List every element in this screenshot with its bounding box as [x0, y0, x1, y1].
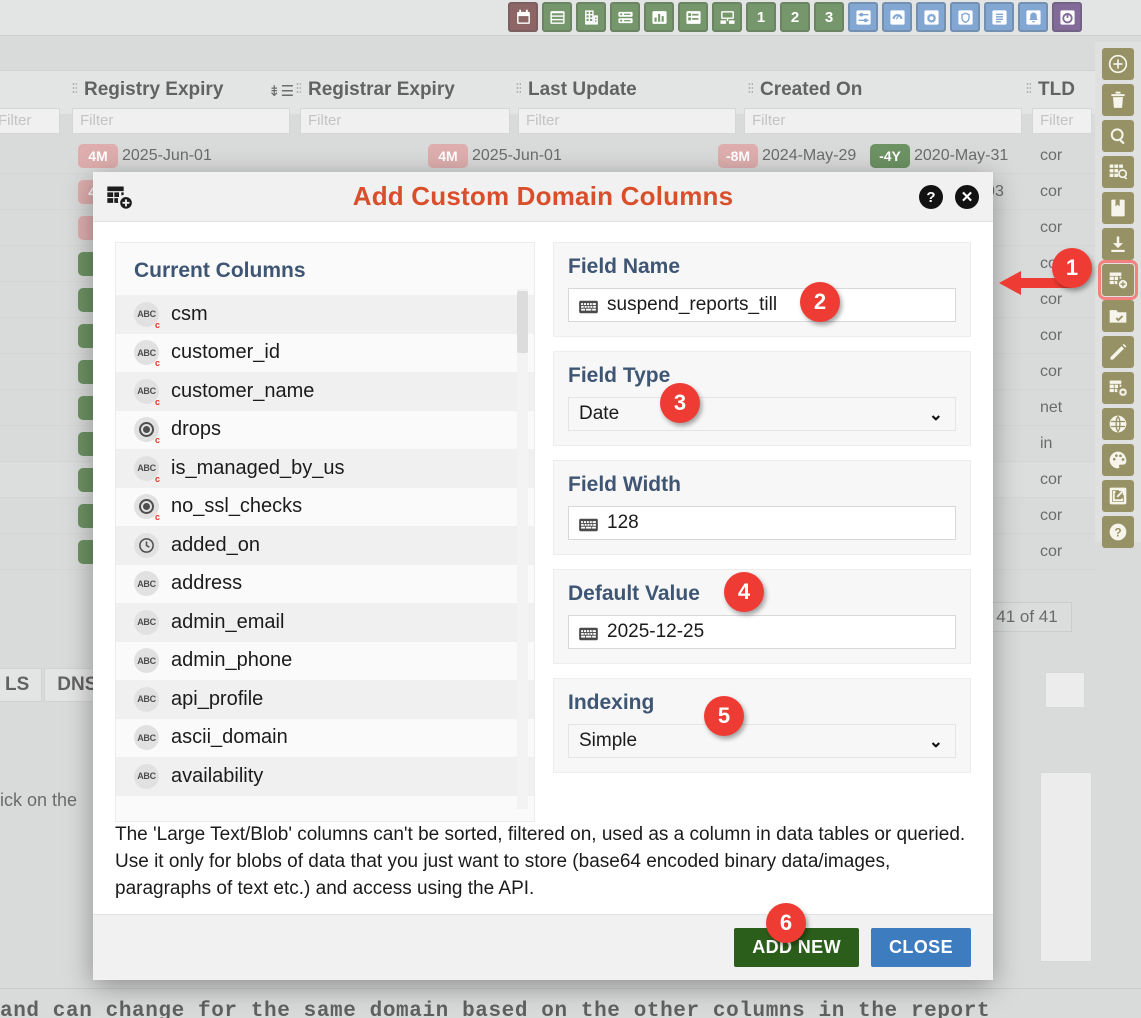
column-list-item[interactable]: ABC address	[116, 565, 534, 604]
field-width-input[interactable]: 128	[568, 506, 956, 540]
column-list-item[interactable]: c drops	[116, 411, 534, 450]
column-list-item[interactable]: c no_ssl_checks	[116, 488, 534, 527]
numeric-type-icon: c	[134, 494, 160, 522]
numeric-type-icon: c	[134, 417, 160, 445]
column-list-item-label: api_profile	[171, 687, 264, 710]
column-list-item[interactable]: ABC availability	[116, 757, 534, 796]
dialog-footer: ADD NEW CLOSE	[93, 914, 993, 980]
add-column-icon	[105, 183, 133, 211]
column-list-item[interactable]: added_on	[116, 526, 534, 565]
column-list-item[interactable]: ABC ascii_domain	[116, 719, 534, 758]
field-width-group: Field Width 128	[553, 460, 971, 555]
column-list-item-label: csm	[171, 302, 208, 325]
text-type-icon: ABC c	[134, 378, 160, 407]
dialog-header: Add Custom Domain Columns ? ✕	[93, 172, 993, 222]
field-width-label: Field Width	[568, 473, 681, 496]
help-icon[interactable]: ?	[919, 185, 943, 209]
keyboard-icon	[579, 625, 598, 641]
column-list-item-label: admin_email	[171, 610, 285, 633]
column-list-item[interactable]: ABC c csm	[116, 295, 534, 334]
text-type-icon: ABC	[134, 648, 159, 674]
text-type-icon: ABC	[134, 686, 159, 712]
field-form: Field Name suspend_reports_till Field Ty…	[553, 242, 971, 862]
current-columns-title: Current Columns	[134, 259, 306, 282]
field-name-input[interactable]: suspend_reports_till	[568, 288, 956, 322]
dialog-title: Add Custom Domain Columns	[352, 181, 734, 211]
dialog-body: Current Columns ABC c csm ABC c customer_id AB…	[93, 222, 993, 862]
column-list-item[interactable]: ABC admin_email	[116, 603, 534, 642]
column-list-item-label: added_on	[171, 533, 260, 556]
column-list-item-label: customer_name	[171, 379, 315, 402]
columns-scrollbar-thumb[interactable]	[517, 291, 528, 353]
field-type-group: Field Type Date ⌄	[553, 351, 971, 446]
column-list-item-label: ascii_domain	[171, 726, 288, 749]
column-list-item-label: drops	[171, 418, 222, 441]
default-value-input[interactable]: 2025-12-25	[568, 615, 956, 649]
field-name-label: Field Name	[568, 255, 681, 278]
add-custom-domain-columns-dialog: Add Custom Domain Columns ? ✕ Current Co…	[93, 172, 993, 980]
callout-badge-3: 3	[660, 383, 700, 423]
field-width-value: 128	[607, 512, 639, 533]
callout-badge-2: 2	[800, 282, 840, 322]
callout-badge-6: 6	[766, 903, 806, 943]
chevron-down-icon: ⌄	[928, 405, 943, 424]
field-type-label: Field Type	[568, 364, 671, 387]
column-list-item[interactable]: ABC c is_managed_by_us	[116, 449, 534, 488]
text-type-icon: ABC	[134, 571, 159, 597]
indexing-value: Simple	[579, 730, 638, 751]
field-name-value: suspend_reports_till	[607, 294, 778, 315]
dialog-header-buttons: ? ✕	[919, 185, 979, 209]
keyboard-icon	[579, 516, 598, 532]
current-columns-list[interactable]: ABC c csm ABC c customer_id ABC c customer_name c…	[116, 295, 534, 796]
callout-badge-1: 1	[1052, 248, 1092, 288]
blob-note-text: The 'Large Text/Blob' columns can't be s…	[115, 824, 966, 899]
column-list-item-label: availability	[171, 764, 264, 787]
column-list-item[interactable]: ABC c customer_id	[116, 334, 534, 373]
column-list-item-label: address	[171, 572, 243, 595]
close-button[interactable]: CLOSE	[870, 928, 971, 967]
default-value-text: 2025-12-25	[607, 621, 705, 642]
text-type-icon: ABC c	[134, 340, 160, 368]
indexing-label: Indexing	[568, 691, 655, 714]
close-icon[interactable]: ✕	[955, 185, 979, 209]
column-list-item[interactable]: ABC c customer_name	[116, 372, 534, 411]
text-type-icon: ABC	[134, 609, 159, 635]
callout-badge-5: 5	[704, 696, 744, 736]
clock-icon	[134, 532, 159, 558]
field-type-value: Date	[579, 403, 620, 424]
columns-scrollbar-track[interactable]	[517, 289, 528, 809]
column-list-item[interactable]: ABC api_profile	[116, 680, 534, 719]
chevron-down-icon: ⌄	[928, 732, 943, 751]
field-name-group: Field Name suspend_reports_till	[553, 242, 971, 337]
field-type-select[interactable]: Date ⌄	[568, 397, 956, 431]
current-columns-panel: Current Columns ABC c csm ABC c customer_id AB…	[115, 242, 535, 822]
keyboard-icon	[579, 298, 598, 314]
text-type-icon: ABC c	[134, 301, 160, 330]
text-type-icon: ABC	[134, 725, 159, 751]
text-type-icon: ABC	[134, 763, 159, 789]
indexing-group: Indexing Simple ⌄	[553, 678, 971, 773]
text-type-icon: ABC c	[134, 455, 160, 484]
column-list-item[interactable]: ABC admin_phone	[116, 642, 534, 681]
column-list-item-label: is_managed_by_us	[171, 456, 345, 479]
callout-badge-4: 4	[724, 572, 764, 612]
column-list-item-label: no_ssl_checks	[171, 495, 303, 518]
indexing-select[interactable]: Simple ⌄	[568, 724, 956, 758]
column-list-item-label: customer_id	[171, 341, 280, 364]
column-list-item-label: admin_phone	[171, 649, 293, 672]
